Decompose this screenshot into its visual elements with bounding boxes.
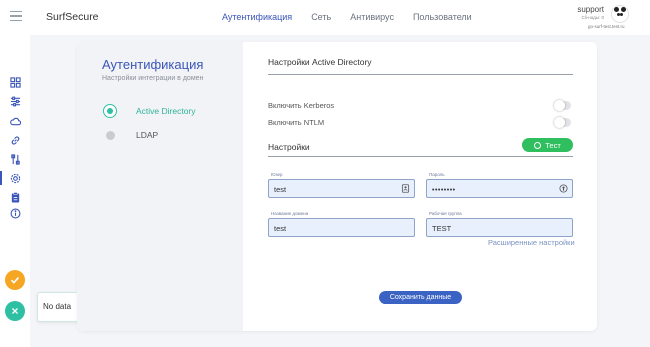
ntlm-label: Включить NTLM: [268, 118, 325, 127]
top-navigation: Аутентификация Сеть Антивирус Пользовате…: [222, 12, 491, 22]
domain-field-label: Название домена: [271, 211, 309, 216]
section-title: Настройки Active Directory: [268, 57, 372, 67]
no-data-popup: No data: [37, 292, 79, 322]
link-icon[interactable]: [8, 133, 22, 147]
app-brand: SurfSecure: [46, 11, 99, 23]
auth-method-panel: Аутентификация Настройки интеграции в до…: [77, 42, 243, 331]
workgroup-field-value: TEST: [432, 224, 452, 233]
password-field-value: ••••••••: [432, 187, 456, 194]
user-field[interactable]: test: [268, 179, 415, 198]
close-panel-button[interactable]: [5, 301, 25, 321]
password-field[interactable]: ••••••••: [426, 179, 573, 198]
radio-selected-icon: [103, 104, 117, 118]
tab-network[interactable]: Сеть: [311, 12, 331, 22]
circle-icon: [534, 141, 542, 149]
tab-antivirus[interactable]: Антивирус: [350, 12, 394, 22]
status-check-button[interactable]: [5, 270, 25, 290]
password-field-label: Пароль: [429, 172, 445, 177]
info-icon[interactable]: [8, 206, 22, 220]
divider: [268, 156, 573, 157]
ntlm-toggle[interactable]: [554, 117, 571, 128]
radio-unselected-icon: [105, 130, 115, 140]
gear-icon[interactable]: [0, 171, 22, 185]
kerberos-label: Включить Kerberos: [268, 101, 335, 110]
domain-field-value: test: [274, 224, 287, 233]
user-field-value: test: [274, 185, 287, 194]
top-header: SurfSecure Аутентификация Сеть Антивирус…: [0, 0, 650, 35]
advanced-settings-link[interactable]: Расширенные настройки: [488, 238, 575, 247]
divider: [268, 74, 573, 75]
tab-authentication[interactable]: Аутентификация: [222, 12, 292, 22]
dashboard-icon[interactable]: [8, 75, 22, 89]
clipboard-icon[interactable]: [8, 190, 22, 204]
kerberos-toggle[interactable]: [554, 100, 571, 111]
tab-users[interactable]: Пользователи: [413, 12, 472, 22]
id-card-icon: [401, 184, 410, 193]
page-title: Аутентификация: [102, 57, 204, 72]
checkmark-icon: [10, 277, 20, 284]
option-ldap[interactable]: LDAP: [103, 128, 158, 142]
workgroup-field[interactable]: TEST: [426, 218, 573, 237]
settings-card: Аутентификация Настройки интеграции в до…: [77, 42, 597, 331]
ad-settings-panel: Настройки Active Directory Включить Kerb…: [243, 42, 597, 331]
user-nodes-count: Сlі-ноды: 0: [581, 15, 605, 20]
user-name: support: [577, 5, 604, 14]
cloud-icon[interactable]: [8, 114, 22, 128]
save-button[interactable]: Сохранить данные: [379, 291, 462, 304]
test-button[interactable]: Тест: [522, 138, 573, 152]
option-label: LDAP: [136, 130, 159, 140]
test-button-label: Тест: [545, 140, 561, 150]
domain-field[interactable]: test: [268, 218, 415, 237]
close-icon: [12, 308, 18, 314]
option-active-directory[interactable]: Active Directory: [103, 104, 196, 118]
tools-icon[interactable]: [8, 152, 22, 166]
key-icon: [559, 184, 568, 193]
user-field-label: Юзер: [271, 172, 283, 177]
hamburger-menu-icon[interactable]: [10, 11, 22, 21]
option-label: Active Directory: [136, 106, 196, 116]
avatar[interactable]: [611, 5, 629, 23]
host-name: go-surf-test.test.ru: [588, 24, 625, 29]
sliders-icon[interactable]: [8, 94, 22, 108]
user-info[interactable]: support Сlі-ноды: 0: [577, 5, 604, 20]
page-subtitle: Настройки интеграции в домен: [102, 75, 204, 82]
workgroup-field-label: Рабочая группа: [429, 211, 462, 216]
settings-title: Настройки: [268, 142, 310, 152]
